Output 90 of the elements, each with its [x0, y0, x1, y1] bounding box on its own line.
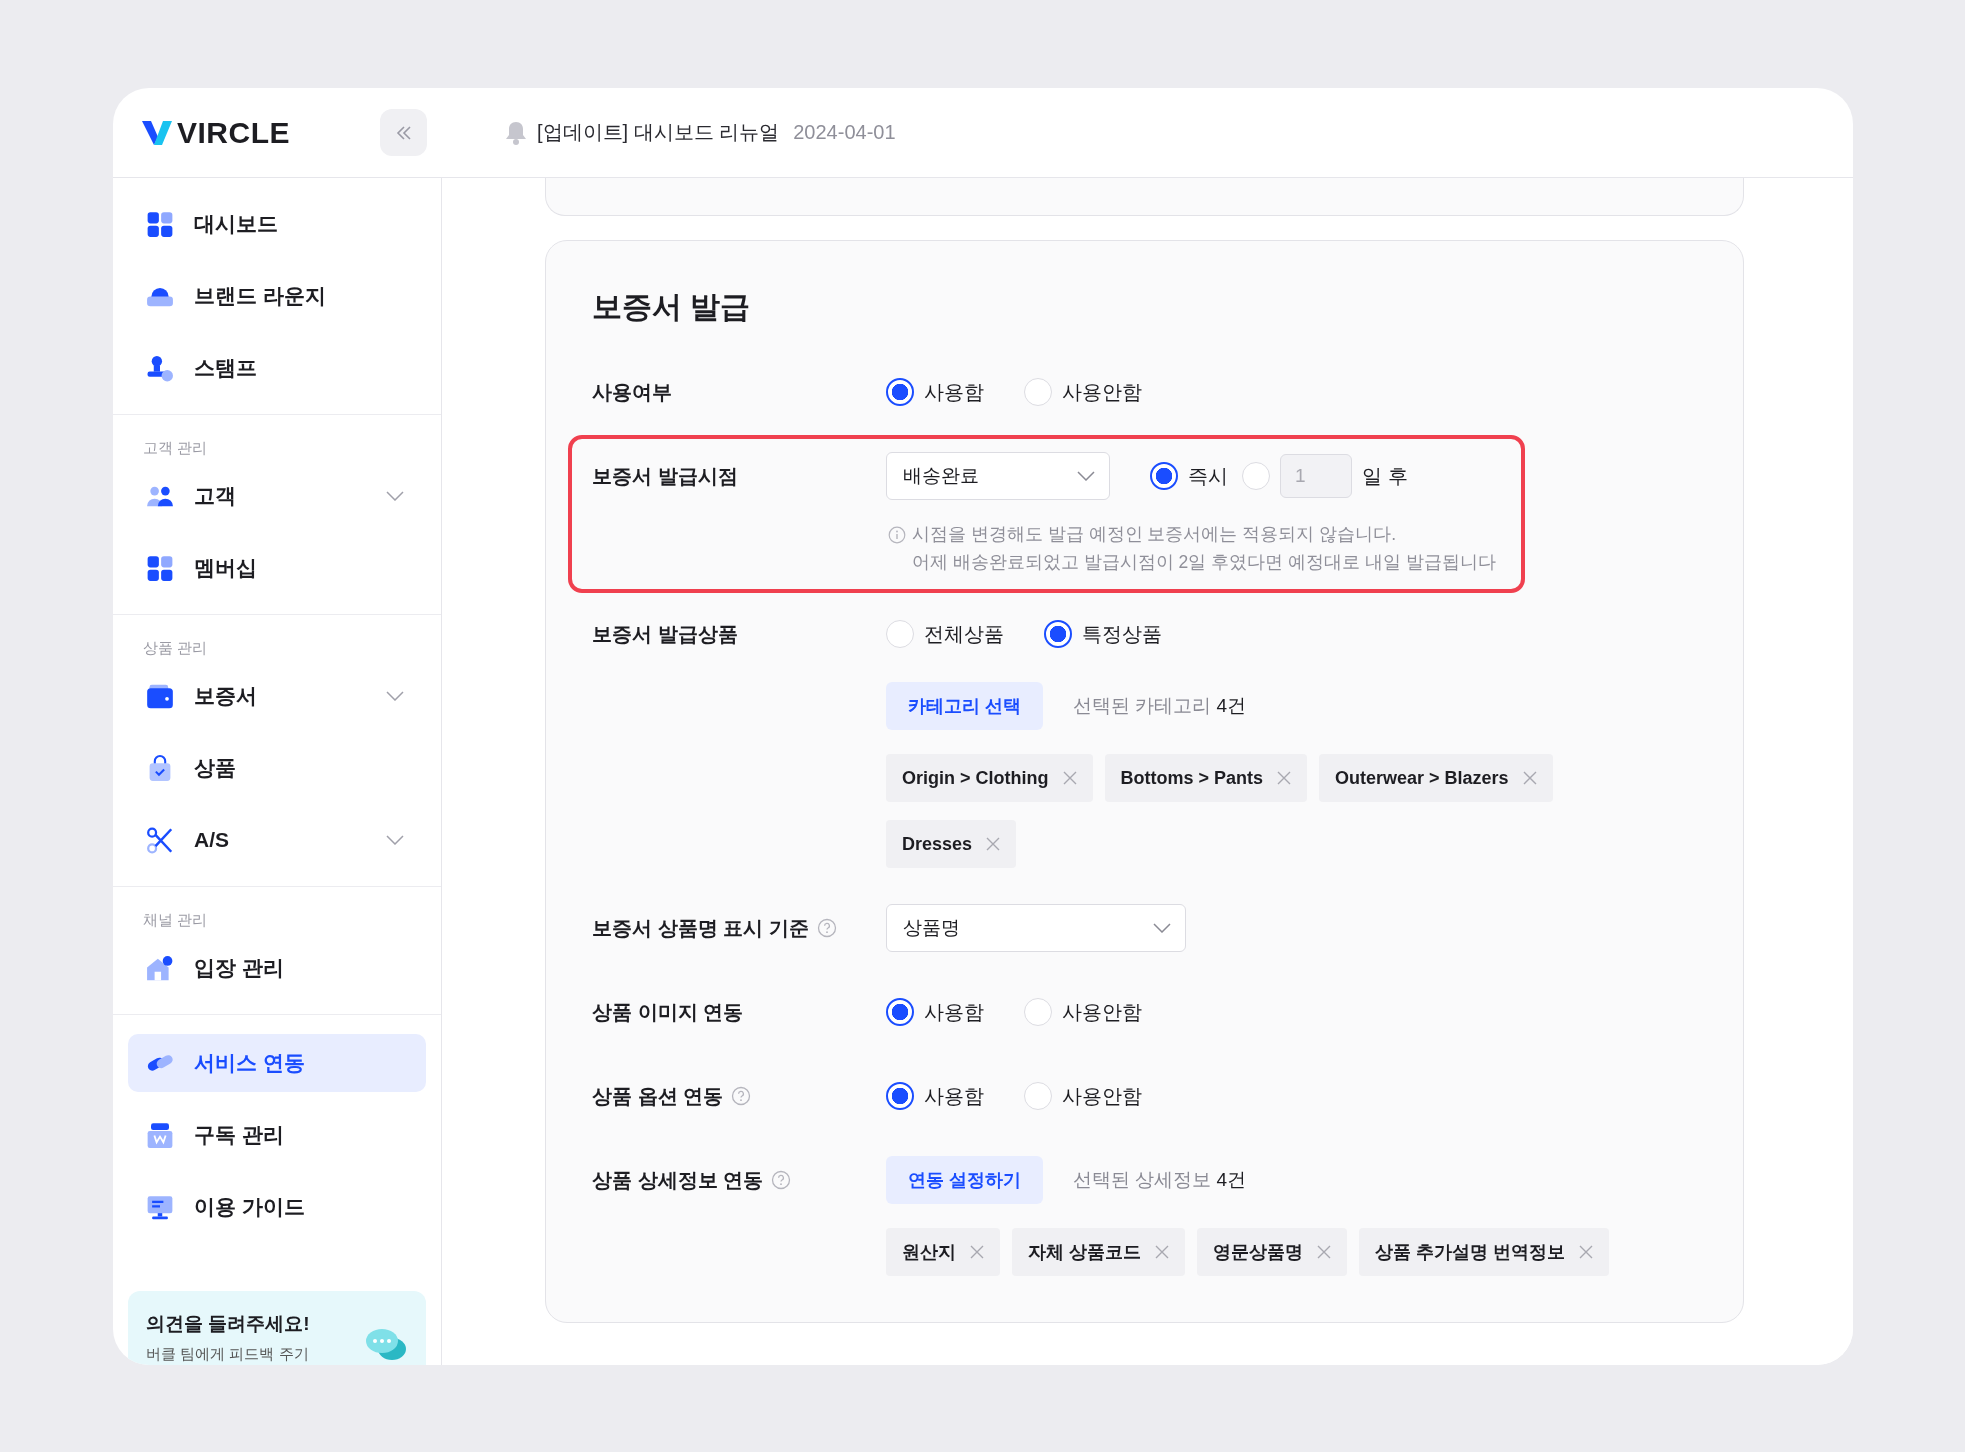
- help-icon[interactable]: [771, 1170, 792, 1190]
- radio-button[interactable]: [886, 998, 914, 1026]
- sidebar-item[interactable]: 상품: [128, 739, 426, 797]
- feedback-text: 버클 팀에게 피드백 주기: [146, 1345, 310, 1364]
- scissors-icon: [146, 826, 174, 854]
- settings-button[interactable]: 카테고리 선택: [886, 682, 1043, 730]
- option-label[interactable]: 전체상품: [924, 620, 1004, 648]
- dropdown-field[interactable]: 상품명: [886, 904, 1186, 952]
- selection-summary: 선택된 상세정보 4건: [1073, 1168, 1247, 1192]
- notice-date: 2024-04-01: [793, 121, 896, 144]
- tag-chip: Bottoms > Pants: [1104, 754, 1308, 802]
- chevron-down-icon: [1077, 471, 1095, 481]
- radio-button[interactable]: [1044, 620, 1072, 648]
- chevron-down-icon[interactable]: [386, 835, 404, 845]
- close-icon[interactable]: [1277, 771, 1292, 785]
- chevron-down-icon: [1153, 923, 1171, 933]
- tag-chip: 자체 상품코드: [1012, 1228, 1185, 1276]
- option-label[interactable]: 즉시: [1188, 462, 1228, 490]
- tag-chip: 상품 추가설명 번역정보: [1359, 1228, 1610, 1276]
- tag-chip: 영문상품명: [1197, 1228, 1347, 1276]
- stamp-icon: [146, 354, 174, 382]
- field-label: 보증서 발급시점: [592, 463, 738, 489]
- close-icon[interactable]: [1317, 1245, 1331, 1259]
- selection-summary: 선택된 카테고리 4건: [1073, 694, 1247, 718]
- field-label: 상품 상세정보 연동: [592, 1167, 764, 1193]
- radio-button[interactable]: [886, 1082, 914, 1110]
- wallet-icon: [146, 682, 174, 710]
- field-label: 사용여부: [592, 379, 672, 405]
- tag-chip: Origin > Clothing: [886, 754, 1093, 802]
- tag-chip: Outerwear > Blazers: [1319, 754, 1553, 802]
- option-label[interactable]: 사용안함: [1062, 1082, 1142, 1110]
- info-icon: [888, 526, 906, 544]
- sidebar-item[interactable]: 스탬프: [128, 339, 426, 397]
- field-label: 상품 옵션 연동: [592, 1083, 724, 1109]
- field-label: 보증서 발급상품: [592, 621, 738, 647]
- field-label: 상품 이미지 연동: [592, 999, 744, 1025]
- grid-icon: [146, 210, 174, 238]
- close-icon[interactable]: [1579, 1245, 1594, 1259]
- house-icon: [146, 954, 174, 982]
- help-icon[interactable]: [816, 918, 837, 938]
- sidebar-item[interactable]: 보증서: [128, 667, 426, 725]
- close-icon[interactable]: [1062, 771, 1077, 785]
- close-icon[interactable]: [1155, 1245, 1169, 1259]
- logo-icon: [142, 120, 172, 145]
- tag-chip: Dresses: [886, 820, 1017, 868]
- sidebar-item[interactable]: A/S: [128, 811, 426, 869]
- sidebar-item[interactable]: 브랜드 라운지: [128, 267, 426, 325]
- feedback-card[interactable]: 의견을 들려주세요! 버클 팀에게 피드백 주기: [128, 1291, 426, 1365]
- chevron-down-icon[interactable]: [386, 691, 404, 701]
- settings-button[interactable]: 연동 설정하기: [886, 1156, 1043, 1204]
- section-title: 보증서 발급: [592, 289, 752, 325]
- dropdown-field[interactable]: 배송완료: [886, 452, 1110, 500]
- help-text: 어제 배송완료되었고 발급시점이 2일 후였다면 예정대로 내일 발급됩니다: [912, 551, 1496, 574]
- option-label[interactable]: 특정상품: [1082, 620, 1162, 648]
- option-label[interactable]: 사용안함: [1062, 378, 1142, 406]
- box-icon: [146, 1121, 174, 1149]
- sidebar-item[interactable]: 대시보드: [128, 195, 426, 253]
- field-label: 보증서 상품명 표시 기준: [592, 915, 809, 941]
- sidebar-item[interactable]: 서비스 연동: [128, 1034, 426, 1092]
- option-label[interactable]: 사용함: [924, 998, 984, 1026]
- option-label[interactable]: 사용함: [924, 378, 984, 406]
- logo-text: VIRCLE: [177, 115, 290, 150]
- section-label: 상품 관리: [142, 638, 209, 658]
- close-icon[interactable]: [986, 837, 1001, 851]
- grid-icon: [146, 554, 174, 582]
- double-chevron-left-icon: [394, 123, 413, 142]
- help-text: 시점을 변경해도 발급 예정인 보증서에는 적용되지 않습니다.: [912, 523, 1398, 546]
- monitor-icon: [146, 1193, 174, 1221]
- sidebar-item[interactable]: 입장 관리: [128, 939, 426, 997]
- bell-icon[interactable]: [505, 120, 527, 145]
- unit-label: 일 후: [1362, 463, 1408, 489]
- collapse-sidebar-button[interactable]: [380, 109, 427, 156]
- section-label: 고객 관리: [142, 438, 209, 458]
- close-icon[interactable]: [970, 1245, 984, 1259]
- close-icon[interactable]: [1522, 771, 1537, 785]
- option-label[interactable]: 사용안함: [1062, 998, 1142, 1026]
- chat-bubbles-icon: [364, 1327, 408, 1363]
- notice-text[interactable]: [업데이트] 대시보드 리뉴얼: [537, 119, 780, 146]
- option-label[interactable]: 사용함: [924, 1082, 984, 1110]
- radio-button[interactable]: [1150, 462, 1178, 490]
- chevron-down-icon[interactable]: [386, 491, 404, 501]
- tag-chip: 원산지: [886, 1228, 1000, 1276]
- feedback-title: 의견을 들려주세요!: [146, 1312, 310, 1336]
- section-label: 채널 관리: [142, 910, 209, 930]
- help-icon[interactable]: [731, 1086, 752, 1106]
- radio-button[interactable]: [886, 378, 914, 406]
- sidebar-item[interactable]: 멤버십: [128, 539, 426, 597]
- sidebar-item[interactable]: 고객: [128, 467, 426, 525]
- sidebar-item[interactable]: 구독 관리: [128, 1106, 426, 1164]
- sidebar-item[interactable]: 이용 가이드: [128, 1178, 426, 1236]
